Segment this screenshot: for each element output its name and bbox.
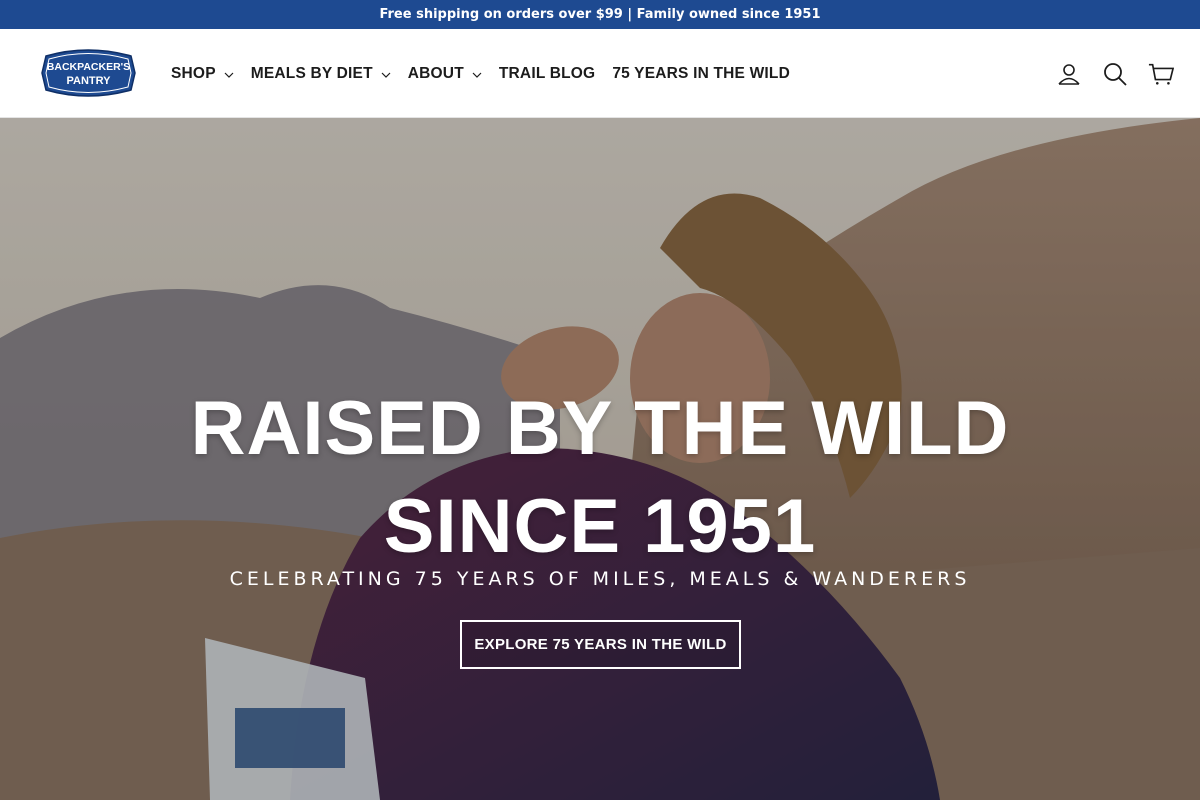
hero-title: RAISED BY THE WILD SINCE 1951 [190, 386, 1010, 569]
nav-item-meals-by-diet[interactable]: MEALS BY DIET [251, 65, 391, 83]
brand-logo[interactable]: BACKPACKER'S PANTRY [40, 48, 137, 98]
search-icon[interactable] [1102, 61, 1128, 87]
nav-item-shop[interactable]: SHOP [171, 65, 234, 83]
nav-item-trail-blog[interactable]: TRAIL BLOG [499, 65, 595, 83]
logo-line1: BACKPACKER'S [47, 61, 130, 73]
chevron-down-icon [381, 65, 391, 83]
chevron-down-icon [224, 65, 234, 83]
nav-item-label: MEALS BY DIET [250, 64, 373, 82]
main-nav: SHOP MEALS BY DIET ABOUT TRAIL BLOG 75 Y… [171, 29, 807, 118]
header-icons [1036, 29, 1174, 118]
nav-item-label: ABOUT [407, 64, 464, 82]
chevron-down-icon [472, 65, 482, 83]
user-icon[interactable] [1056, 61, 1082, 87]
nav-item-label: SHOP [171, 64, 216, 82]
site-header: BACKPACKER'S PANTRY SHOP MEALS BY DIET A… [0, 29, 1200, 118]
announcement-bar: Free shipping on orders over $99 | Famil… [0, 0, 1200, 29]
cart-icon[interactable] [1148, 61, 1174, 87]
nav-item-label: 75 YEARS IN THE WILD [612, 64, 790, 82]
logo-line2: PANTRY [67, 75, 112, 87]
announcement-text: Free shipping on orders over $99 | Famil… [379, 7, 821, 22]
hero-cta-label: EXPLORE 75 YEARS IN THE WILD [474, 636, 727, 653]
nav-item-about[interactable]: ABOUT [408, 65, 482, 83]
explore-75-years-button[interactable]: EXPLORE 75 YEARS IN THE WILD [460, 620, 741, 669]
nav-item-75-years[interactable]: 75 YEARS IN THE WILD [612, 65, 790, 83]
hero-banner: RAISED BY THE WILD SINCE 1951 CELEBRATIN… [0, 118, 1200, 800]
hero-subtitle: CELEBRATING 75 YEARS OF MILES, MEALS & W… [229, 568, 971, 590]
nav-item-label: TRAIL BLOG [498, 64, 596, 82]
